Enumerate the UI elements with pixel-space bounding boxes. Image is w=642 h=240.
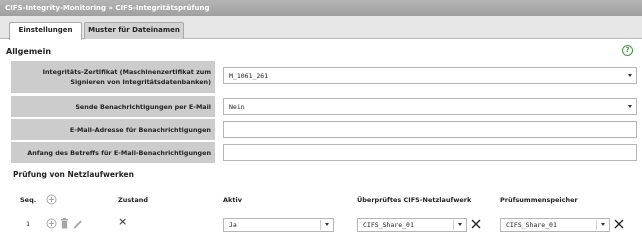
active-dropdown[interactable]: Ja — [223, 218, 334, 232]
share-dropdown[interactable]: CIFS_Share_01 — [357, 218, 467, 232]
chevron-down-icon — [628, 104, 632, 108]
chevron-down-icon — [601, 223, 605, 226]
column-header-active: Aktiv — [223, 196, 242, 204]
column-header-state: Zustand — [118, 196, 148, 204]
checksum-store-value: CIFS_Share_01 — [506, 221, 557, 229]
checksum-store-dropdown[interactable]: CIFS_Share_01 — [500, 218, 610, 232]
send-notifications-dropdown[interactable]: Nein — [223, 98, 637, 115]
clear-checksum-store-icon[interactable] — [614, 219, 624, 229]
help-icon[interactable]: ? — [622, 45, 633, 56]
section-title-share-checks: Prüfung von Netzlaufwerken — [13, 170, 134, 179]
breadcrumb-parent[interactable]: CIFS-Integrity-Monitoring — [5, 4, 106, 12]
column-header-seq: Seq. — [20, 196, 37, 204]
add-row-icon[interactable] — [46, 218, 57, 229]
send-notifications-label: Sende Benachrichtigungen per E-Mail — [11, 96, 215, 117]
tab-settings[interactable]: Einstellungen — [9, 22, 82, 40]
chevron-down-icon — [325, 223, 329, 226]
certificate-label-line1: Integritäts-Zertifikat (Maschinenzertifi… — [42, 68, 211, 76]
state-x-icon: × — [118, 215, 128, 228]
breadcrumb-separator: » — [108, 4, 113, 12]
section-title-general: Allgemein — [6, 47, 52, 56]
form-row-certificate: Integritäts-Zertifikat (Maschinenzertifi… — [11, 61, 637, 93]
tab-bar: Einstellungen Muster für Dateinamen — [0, 16, 642, 40]
subject-prefix-field[interactable] — [223, 144, 637, 161]
certificate-dropdown[interactable]: M_1061_261 — [223, 67, 637, 84]
email-address-label: E-Mail-Adresse für Benachrichtigungen — [11, 119, 215, 140]
breadcrumb: CIFS-Integrity-Monitoring » CIFS-Integri… — [0, 0, 642, 16]
tab-filename-patterns[interactable]: Muster für Dateinamen — [84, 22, 184, 39]
form-row-send-notifications: Sende Benachrichtigungen per E-Mail Nein — [11, 96, 637, 117]
chevron-down-icon — [458, 223, 462, 226]
column-header-checksum-store: Prüfsummenspeicher — [500, 196, 578, 204]
add-row-header-icon[interactable] — [46, 194, 57, 205]
edit-pencil-icon[interactable] — [72, 218, 83, 229]
certificate-value: M_1061_261 — [229, 71, 269, 80]
trash-icon[interactable] — [60, 218, 69, 229]
active-value: Ja — [229, 221, 237, 229]
certificate-label: Integritäts-Zertifikat (Maschinenzertifi… — [11, 61, 215, 93]
row-seq: 1 — [26, 220, 31, 228]
form-row-subject-prefix: Anfang des Betreffs für E-Mail-Benachric… — [11, 142, 637, 163]
breadcrumb-current: CIFS-Integritätsprüfung — [115, 4, 210, 12]
column-header-share: Überprüftes CIFS-Netzlaufwerk — [357, 196, 472, 204]
form-row-email-address: E-Mail-Adresse für Benachrichtigungen — [11, 119, 637, 140]
chevron-down-icon — [628, 73, 632, 77]
subject-prefix-label: Anfang des Betreffs für E-Mail-Benachric… — [11, 142, 215, 163]
certificate-label-line2: Signieren von Integritätsdatenbanken) — [70, 78, 211, 86]
share-value: CIFS_Share_01 — [363, 221, 414, 229]
send-notifications-value: Nein — [229, 102, 245, 111]
help-glyph: ? — [625, 46, 630, 54]
clear-share-icon[interactable] — [471, 219, 481, 229]
email-address-field[interactable] — [223, 121, 637, 138]
